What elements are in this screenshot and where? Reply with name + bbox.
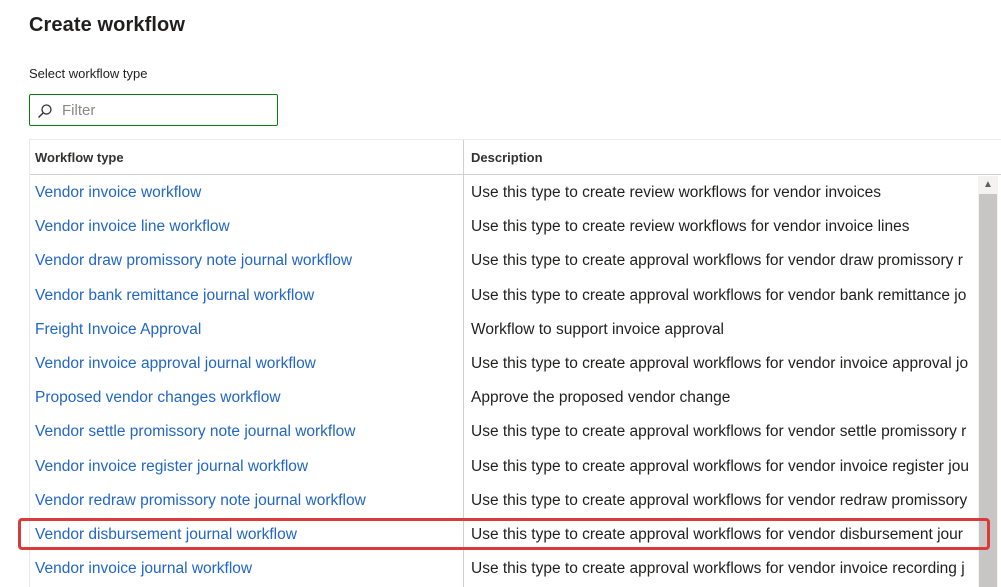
table-row[interactable]: Vendor invoice journal workflow Use this… xyxy=(30,552,978,586)
table-row[interactable]: Vendor redraw promissory note journal wo… xyxy=(30,484,978,518)
page-title: Create workflow xyxy=(29,14,185,36)
table-row[interactable]: Vendor invoice workflow Use this type to… xyxy=(30,176,978,210)
workflow-type-cell: Proposed vendor changes workflow xyxy=(35,381,460,415)
workflow-type-link[interactable]: Vendor redraw promissory note journal wo… xyxy=(35,492,366,509)
table-row[interactable]: Proposed vendor changes workflow Approve… xyxy=(30,381,978,415)
vertical-scrollbar[interactable]: ▲ xyxy=(978,176,998,587)
workflow-type-link[interactable]: Vendor invoice approval journal workflow xyxy=(35,355,316,372)
description-cell: Use this type to create review workflows… xyxy=(471,218,910,236)
workflow-type-link[interactable]: Proposed vendor changes workflow xyxy=(35,389,281,406)
workflow-type-link[interactable]: Vendor invoice line workflow xyxy=(35,218,230,235)
table-row[interactable]: Vendor draw promissory note journal work… xyxy=(30,244,978,278)
table-row[interactable]: Vendor settle promissory note journal wo… xyxy=(30,415,978,449)
workflow-type-grid: Workflow type Description Vendor invoice… xyxy=(29,139,1001,587)
table-row[interactable]: Vendor invoice line workflow Use this ty… xyxy=(30,210,978,244)
description-cell: Workflow to support invoice approval xyxy=(471,320,725,338)
description-cell: Use this type to create approval workflo… xyxy=(471,457,969,475)
scroll-thumb[interactable] xyxy=(979,194,997,587)
description-cell: Use this type to create approval workflo… xyxy=(471,491,968,509)
table-row[interactable]: Vendor invoice register journal workflow… xyxy=(30,450,978,484)
filter-box[interactable] xyxy=(29,94,278,126)
column-header-workflow-type[interactable]: Workflow type xyxy=(35,140,460,174)
workflow-type-cell: Vendor invoice approval journal workflow xyxy=(35,347,460,381)
workflow-type-cell: Freight Invoice Approval xyxy=(35,313,460,347)
scroll-up-arrow-icon[interactable]: ▲ xyxy=(978,176,998,194)
workflow-type-label: Select workflow type xyxy=(29,66,148,81)
description-cell: Use this type to create approval workflo… xyxy=(471,286,967,304)
description-cell: Use this type to create review workflows… xyxy=(471,184,882,201)
grid-rows: Vendor invoice workflow Use this type to… xyxy=(30,176,978,586)
table-row[interactable]: Vendor bank remittance journal workflow … xyxy=(30,279,978,313)
workflow-type-cell: Vendor invoice journal workflow xyxy=(35,552,460,586)
workflow-type-cell: Vendor bank remittance journal workflow xyxy=(35,279,460,313)
filter-input[interactable] xyxy=(60,96,274,124)
grid-header: Workflow type Description xyxy=(30,140,1001,175)
description-cell: Use this type to create approval workflo… xyxy=(471,354,969,372)
table-row[interactable]: Freight Invoice Approval Workflow to sup… xyxy=(30,313,978,347)
workflow-type-link[interactable]: Vendor disbursement journal workflow xyxy=(35,526,297,543)
table-row[interactable]: Vendor invoice approval journal workflow… xyxy=(30,347,978,381)
workflow-type-cell: Vendor invoice workflow xyxy=(35,176,460,210)
search-icon xyxy=(38,104,52,118)
description-cell: Use this type to create approval workflo… xyxy=(471,252,963,270)
description-cell: Approve the proposed vendor change xyxy=(471,389,731,407)
workflow-type-cell: Vendor invoice line workflow xyxy=(35,210,460,244)
workflow-type-cell: Vendor draw promissory note journal work… xyxy=(35,244,460,278)
column-header-description[interactable]: Description xyxy=(471,140,991,174)
description-cell: Use this type to create approval workflo… xyxy=(471,560,965,578)
workflow-type-link[interactable]: Vendor draw promissory note journal work… xyxy=(35,252,352,269)
workflow-type-link[interactable]: Vendor invoice register journal workflow xyxy=(35,458,308,475)
create-workflow-dialog: Create workflow Select workflow type Wor… xyxy=(0,0,1001,587)
workflow-type-cell: Vendor settle promissory note journal wo… xyxy=(35,415,460,449)
table-row-highlighted[interactable]: Vendor disbursement journal workflow Use… xyxy=(30,518,978,552)
workflow-type-link[interactable]: Vendor invoice journal workflow xyxy=(35,560,252,577)
workflow-type-cell: Vendor redraw promissory note journal wo… xyxy=(35,484,460,518)
workflow-type-link[interactable]: Vendor invoice workflow xyxy=(35,184,201,201)
workflow-type-link[interactable]: Freight Invoice Approval xyxy=(35,321,201,338)
workflow-type-cell: Vendor invoice register journal workflow xyxy=(35,450,460,484)
workflow-type-cell: Vendor disbursement journal workflow xyxy=(35,518,460,552)
description-cell: Use this type to create approval workflo… xyxy=(471,525,963,543)
workflow-type-link[interactable]: Vendor bank remittance journal workflow xyxy=(35,287,314,304)
workflow-type-link[interactable]: Vendor settle promissory note journal wo… xyxy=(35,423,355,440)
description-cell: Use this type to create approval workflo… xyxy=(471,423,967,441)
